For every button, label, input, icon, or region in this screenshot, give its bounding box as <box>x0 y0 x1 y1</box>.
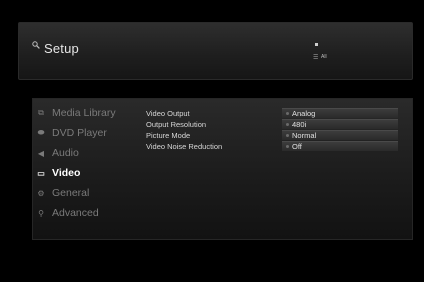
output-resolution-select[interactable]: 480i <box>282 119 398 129</box>
status-dot <box>315 43 318 46</box>
value-text: Analog <box>292 109 316 118</box>
video-output-select[interactable]: Analog <box>282 108 398 118</box>
library-icon: ⧉ <box>38 108 44 117</box>
sidebar-item-label: Media Library <box>52 107 116 119</box>
sidebar-item-label: Audio <box>52 147 79 159</box>
setting-label-video-output[interactable]: Video Output <box>146 108 222 119</box>
sidebar-item-video[interactable]: ▭ Video <box>34 163 144 183</box>
value-marker-icon <box>286 134 289 137</box>
screen-icon: ▭ <box>37 168 45 178</box>
search-icon: ⚲ <box>38 208 44 218</box>
sidebar-item-label: Video <box>52 167 81 179</box>
value-marker-icon <box>286 112 289 115</box>
sidebar-item-label: General <box>52 187 90 199</box>
setting-label-video-noise-reduction[interactable]: Video Noise Reduction <box>146 141 222 152</box>
filter-indicator[interactable]: ☰ All <box>311 41 341 65</box>
setup-screen: Setup ☰ All ⧉ Media Library ⬬ DVD Player… <box>0 0 424 282</box>
gear-icon: ⚙ <box>37 188 45 198</box>
setting-label-picture-mode[interactable]: Picture Mode <box>146 130 222 141</box>
sidebar-item-label: DVD Player <box>52 127 107 139</box>
picture-mode-select[interactable]: Normal <box>282 130 398 140</box>
settings-values: Analog 480i Normal Off <box>282 108 398 152</box>
filter-label: All <box>321 54 327 60</box>
value-text: 480i <box>292 120 307 129</box>
page-title: Setup <box>44 41 79 56</box>
value-marker-icon <box>286 145 289 148</box>
value-text: Off <box>292 142 302 151</box>
value-marker-icon <box>286 123 289 126</box>
search-icon <box>32 41 40 49</box>
disc-icon: ⬬ <box>37 128 45 137</box>
filter-icon: ☰ <box>313 55 319 61</box>
sidebar-item-general[interactable]: ⚙ General <box>34 183 144 203</box>
sidebar-item-audio[interactable]: ◀ Audio <box>34 143 144 163</box>
sidebar: ⧉ Media Library ⬬ DVD Player ◀ Audio ▭ V… <box>34 103 144 223</box>
sidebar-item-label: Advanced <box>52 207 99 219</box>
video-noise-reduction-select[interactable]: Off <box>282 141 398 151</box>
sidebar-item-media-library[interactable]: ⧉ Media Library <box>34 103 144 123</box>
settings-list: Video Output Output Resolution Picture M… <box>146 108 222 152</box>
setting-label-output-resolution[interactable]: Output Resolution <box>146 119 222 130</box>
sidebar-item-dvd-player[interactable]: ⬬ DVD Player <box>34 123 144 143</box>
sidebar-item-advanced[interactable]: ⚲ Advanced <box>34 203 144 223</box>
speaker-icon: ◀ <box>37 148 45 158</box>
value-text: Normal <box>292 131 317 140</box>
